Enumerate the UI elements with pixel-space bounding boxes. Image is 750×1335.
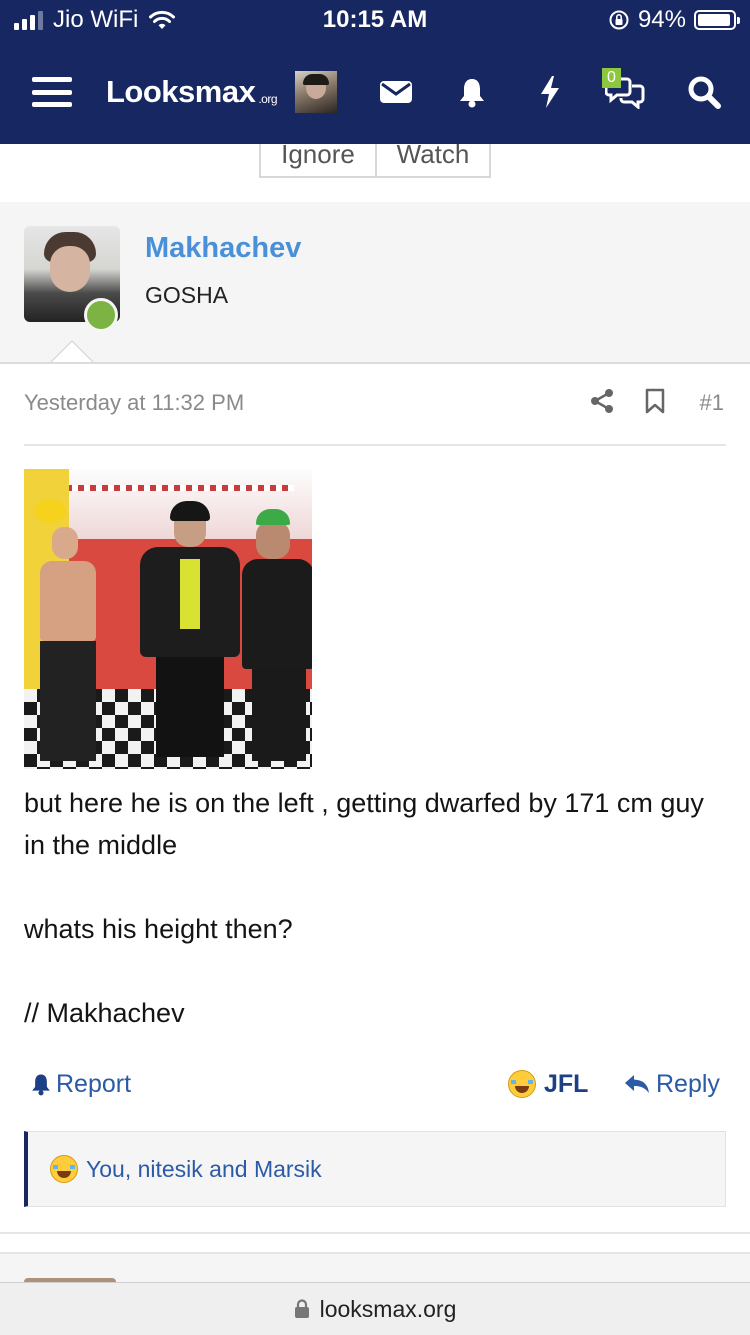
report-button[interactable]: Report: [30, 1062, 131, 1106]
top-navbar: Looksmax .org 0: [0, 40, 750, 144]
share-button[interactable]: [590, 388, 614, 419]
reply-icon: [625, 1075, 649, 1093]
avatar: [295, 71, 337, 113]
author-user-title: GOSHA: [145, 282, 229, 308]
post-meta-bar: Yesterday at 11:32 PM #1: [24, 364, 726, 446]
reply-button[interactable]: Reply: [624, 1062, 720, 1106]
chat-button[interactable]: 0: [600, 40, 650, 144]
thread-action-bar: Ignore Watch: [0, 144, 750, 204]
whats-new-button[interactable]: [530, 40, 570, 144]
account-avatar-button[interactable]: [294, 40, 338, 144]
site-logo[interactable]: Looksmax .org: [106, 40, 278, 144]
search-button[interactable]: [682, 40, 726, 144]
online-status-indicator: [84, 298, 118, 332]
chat-badge: 0: [602, 68, 621, 88]
browser-url-bar[interactable]: looksmax.org: [0, 1282, 750, 1335]
status-right: 94%: [608, 6, 740, 34]
divider: [0, 1232, 750, 1234]
report-label: Report: [56, 1069, 132, 1098]
bookmark-icon: [645, 388, 665, 414]
post-body-line: whats his height then?: [24, 914, 293, 944]
user-block-pointer: [50, 340, 94, 362]
post-body: but here he is on the left , getting dwa…: [24, 782, 726, 1034]
conversations-button[interactable]: [376, 40, 416, 144]
menu-button[interactable]: [28, 40, 76, 144]
post-body-line: but here he is on the left , getting dwa…: [24, 788, 704, 860]
post-actions: Report JFL Reply: [24, 1062, 726, 1106]
bell-icon: [32, 1074, 50, 1096]
lock-icon: [294, 1299, 309, 1318]
post-date[interactable]: Yesterday at 11:32 PM: [24, 390, 244, 416]
search-icon: [688, 76, 721, 109]
battery-icon: [694, 10, 740, 30]
post-number[interactable]: #1: [700, 390, 724, 416]
battery-percent: 94%: [637, 6, 686, 33]
watch-button[interactable]: Watch: [375, 144, 491, 178]
menu-icon: [32, 77, 72, 107]
tears-of-joy-emoji-icon: [508, 1070, 536, 1098]
post-signature: // Makhachev: [24, 998, 185, 1028]
orientation-lock-icon: [609, 10, 629, 30]
mail-icon: [380, 81, 412, 103]
react-label: JFL: [544, 1069, 589, 1098]
logo-text: Looksmax: [106, 74, 256, 109]
reactions-summary[interactable]: You, nitesik and Marsik: [24, 1131, 726, 1207]
ignore-button[interactable]: Ignore: [259, 144, 377, 178]
tears-of-joy-emoji-icon: [50, 1155, 78, 1183]
bolt-icon: [541, 76, 559, 108]
post-user-block: Makhachev GOSHA: [0, 202, 750, 364]
author-username[interactable]: Makhachev: [145, 232, 301, 265]
alerts-button[interactable]: [452, 40, 492, 144]
react-button[interactable]: JFL: [508, 1062, 588, 1106]
reply-label: Reply: [656, 1069, 720, 1098]
post-attached-image[interactable]: [24, 469, 312, 769]
share-icon: [591, 389, 613, 413]
status-bar: Jio WiFi 10:15 AM 94%: [0, 0, 750, 40]
bell-icon: [460, 79, 484, 108]
bookmark-button[interactable]: [644, 388, 666, 419]
logo-suffix: .org: [258, 92, 278, 106]
url-text: looksmax.org: [319, 1295, 457, 1322]
reactions-text: You, nitesik and Marsik: [86, 1155, 322, 1182]
